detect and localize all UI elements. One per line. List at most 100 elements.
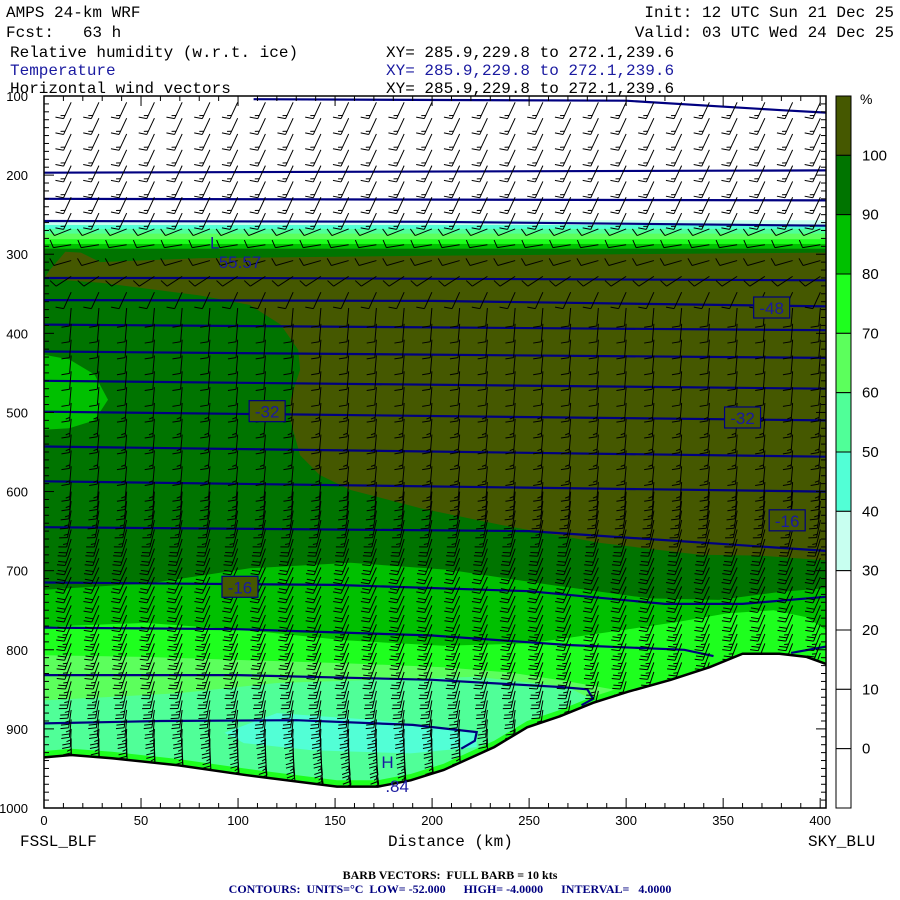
barb-staff — [285, 149, 294, 167]
barb-feather — [582, 179, 591, 183]
barb-feather — [166, 148, 175, 151]
barb-staff — [423, 165, 433, 183]
wind-barb — [582, 149, 599, 167]
barb-feather — [249, 164, 258, 167]
barb-feather — [285, 681, 290, 684]
barb-staff — [312, 149, 322, 167]
barb-feather — [138, 116, 147, 120]
barb-feather — [197, 684, 206, 687]
barb-feather — [443, 164, 453, 167]
barb-feather — [638, 148, 647, 151]
wind-barb — [194, 102, 211, 120]
barb-feather — [249, 148, 258, 151]
barb-staff — [562, 165, 572, 183]
wind-barb — [166, 181, 183, 199]
wind-barb — [416, 133, 433, 151]
barb-staff — [562, 102, 572, 119]
barb-feather — [146, 681, 152, 684]
barb-feather — [277, 164, 286, 167]
barb-staff — [340, 149, 350, 167]
barb-feather — [610, 148, 619, 151]
barb-staff — [534, 102, 544, 119]
barb-feather — [610, 116, 619, 120]
wind-barb — [83, 181, 100, 199]
barb-feather — [252, 684, 261, 687]
wind-barb — [221, 165, 239, 183]
barb-staff — [312, 102, 322, 119]
barb-staff — [673, 181, 683, 198]
isotherm-line — [44, 169, 826, 174]
barb-feather — [257, 681, 263, 684]
barb-feather — [416, 164, 425, 167]
barb-feather — [502, 684, 511, 687]
wind-barb — [249, 133, 266, 151]
barb-feather — [557, 684, 567, 687]
barb-feather — [170, 527, 180, 530]
wind-barb — [360, 102, 377, 120]
wind-barb — [638, 149, 655, 167]
barb-staff — [396, 149, 405, 167]
barb-feather — [226, 527, 235, 530]
barb-feather — [58, 684, 67, 687]
barb-feather — [499, 116, 508, 120]
barb-staff — [673, 165, 683, 183]
barb-feather — [556, 687, 566, 690]
barb-staff — [174, 181, 183, 198]
wind-barb — [693, 149, 710, 167]
barb-staff — [534, 181, 544, 198]
barb-feather — [166, 116, 175, 120]
barb-staff — [312, 117, 322, 135]
barb-feather — [443, 148, 453, 151]
barb-staff — [396, 102, 405, 119]
barb-feather — [85, 687, 94, 690]
barb-feather — [471, 116, 480, 120]
wind-barb — [499, 102, 516, 120]
barb-staff — [507, 102, 516, 119]
barb-feather — [471, 211, 480, 215]
wind-barb — [388, 181, 405, 199]
barb-staff — [312, 165, 322, 183]
wind-barb — [693, 165, 710, 183]
barb-feather — [86, 684, 95, 687]
wind-barb — [471, 181, 488, 199]
wind-barb — [499, 117, 516, 135]
barb-staff — [63, 149, 72, 167]
barb-feather — [388, 132, 397, 135]
barb-feather — [110, 164, 120, 167]
wind-barb — [277, 117, 294, 135]
barb-feather — [530, 684, 539, 687]
barb-feather — [582, 211, 591, 215]
wind-barb — [693, 133, 710, 151]
barb-feather — [368, 681, 374, 684]
wind-barb — [527, 149, 544, 167]
barb-feather — [448, 527, 457, 530]
barb-feather — [305, 211, 314, 215]
barb-feather — [642, 527, 651, 530]
barb-feather — [392, 527, 402, 530]
barb-staff — [146, 165, 155, 183]
wind-barb — [527, 133, 544, 151]
wind-barb — [638, 117, 655, 135]
barb-feather — [174, 681, 179, 684]
barb-feather — [665, 164, 675, 167]
barb-feather — [305, 164, 314, 167]
barb-staff — [618, 133, 627, 151]
barb-feather — [83, 132, 92, 135]
barb-feather — [419, 684, 428, 687]
barb-staff — [201, 181, 211, 198]
barb-feather — [249, 211, 258, 215]
barb-feather — [693, 164, 702, 167]
barb-feather — [306, 687, 316, 690]
barb-feather — [251, 687, 260, 690]
wind-barb — [527, 165, 544, 183]
barb-feather — [277, 179, 286, 183]
wind-barb — [221, 181, 239, 199]
barb-feather — [332, 116, 342, 120]
barb-staff — [590, 133, 599, 151]
barb-staff — [645, 149, 655, 167]
barb-feather — [396, 681, 401, 684]
barb-feather — [143, 527, 152, 530]
barb-staff — [507, 165, 516, 183]
barb-staff — [451, 181, 461, 198]
barb-feather — [554, 132, 564, 135]
